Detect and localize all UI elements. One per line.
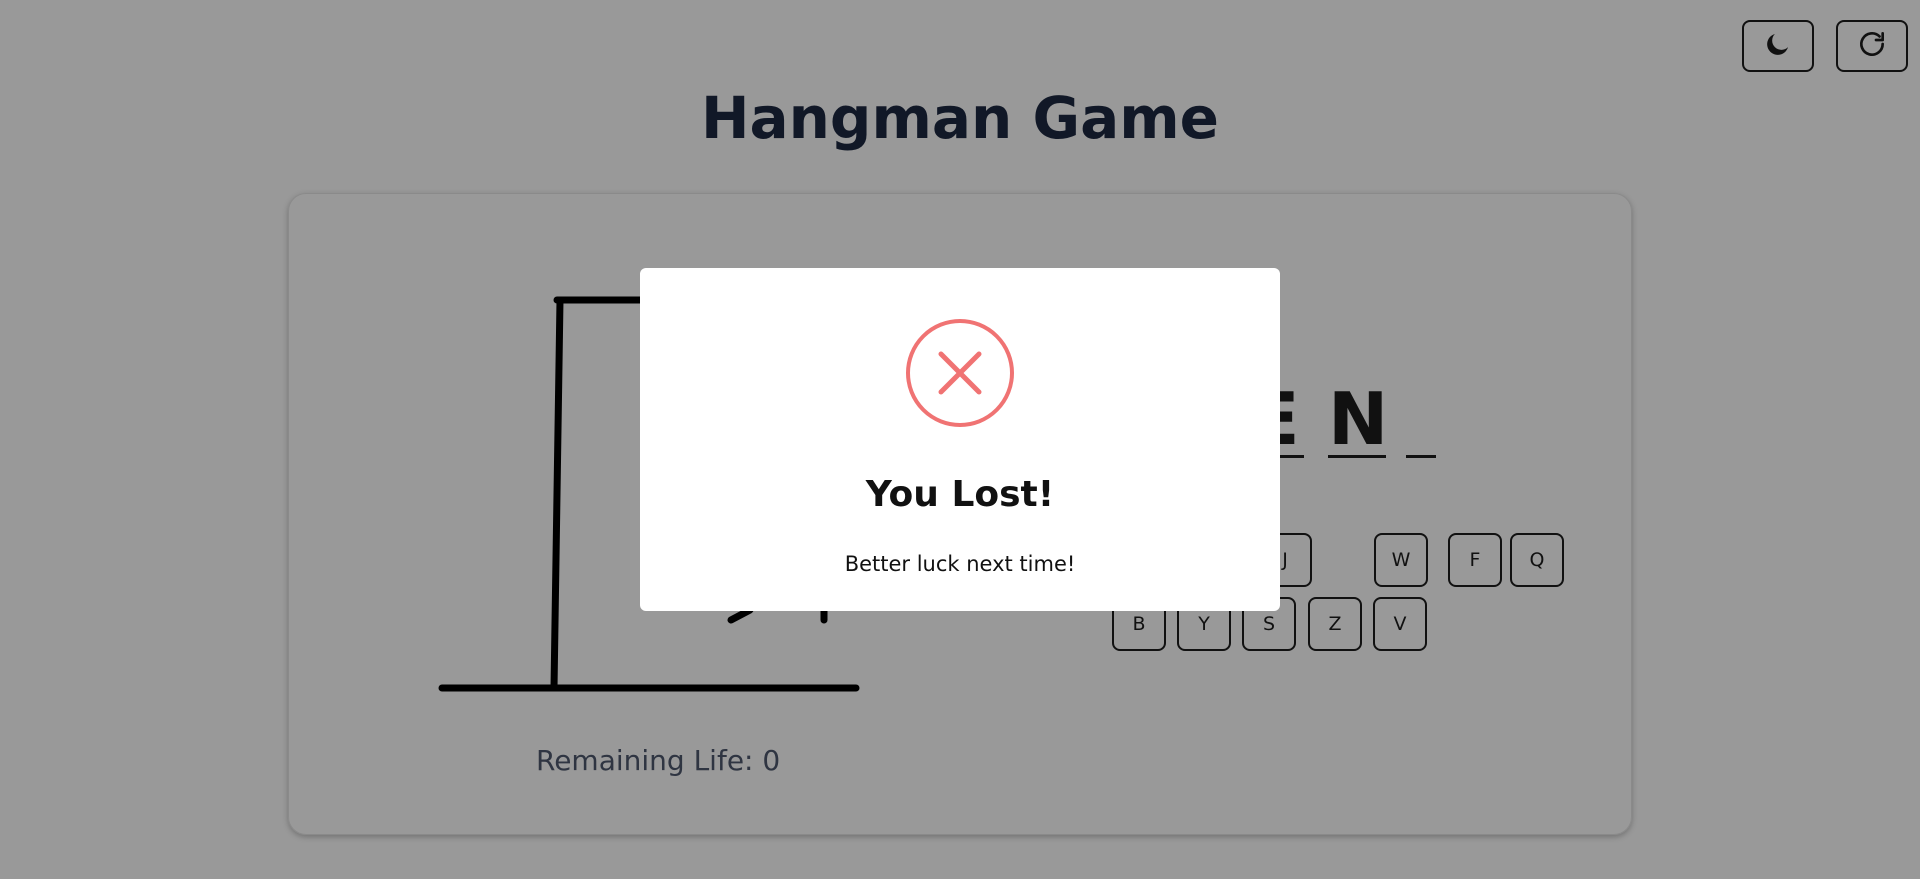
theme-toggle-button[interactable] xyxy=(1742,20,1814,72)
modal-title: You Lost! xyxy=(865,474,1055,515)
word-letter: N xyxy=(1328,377,1389,461)
remaining-life: Remaining Life: 0 xyxy=(536,744,781,777)
letter-key[interactable]: Z xyxy=(1308,597,1362,651)
letter-key[interactable]: V xyxy=(1373,597,1427,651)
letter-key[interactable]: W xyxy=(1374,533,1428,587)
refresh-icon xyxy=(1856,28,1888,64)
moon-icon xyxy=(1763,29,1793,63)
reset-game-button[interactable] xyxy=(1836,20,1908,72)
letter-key[interactable]: F xyxy=(1448,533,1502,587)
left-leg xyxy=(727,606,754,624)
x-circle-icon xyxy=(905,318,1015,432)
page-title: Hangman Game xyxy=(700,84,1220,152)
letter-key[interactable]: Q xyxy=(1510,533,1564,587)
game-over-modal: You Lost! Better luck next time! xyxy=(640,268,1280,611)
modal-message: Better luck next time! xyxy=(844,552,1076,576)
